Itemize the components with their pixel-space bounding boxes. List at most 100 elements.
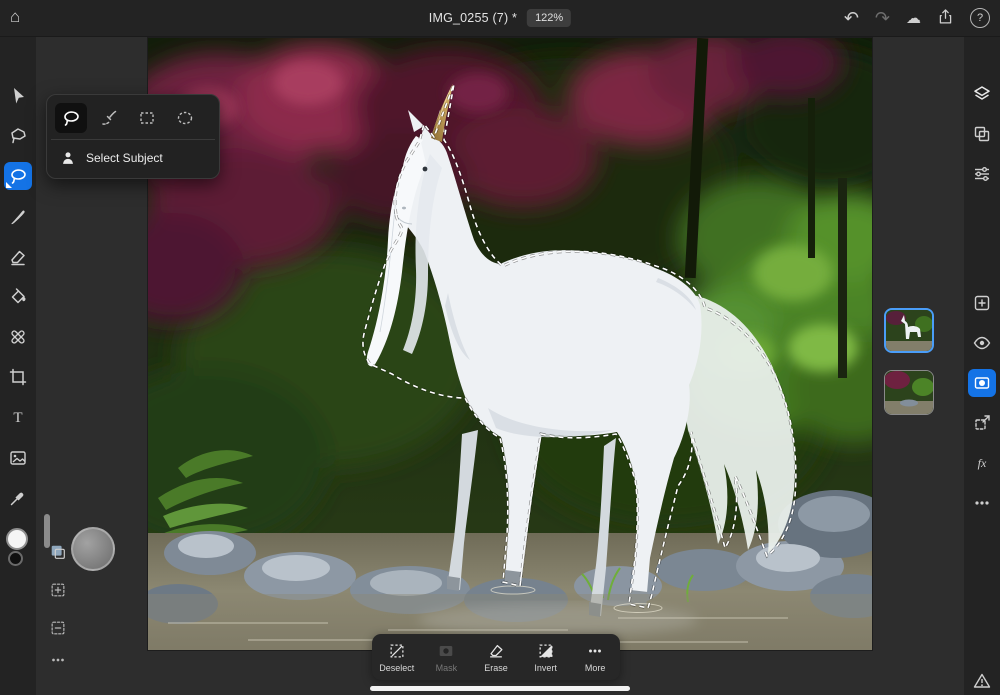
select-lasso-icon <box>8 166 28 186</box>
layer-thumbnail-background[interactable] <box>884 370 934 415</box>
lasso-icon <box>8 126 28 146</box>
move-tool-button[interactable] <box>4 82 32 110</box>
effects-icon: fx <box>972 453 992 473</box>
invert-icon <box>537 642 555 660</box>
adjustments-icon <box>972 164 992 184</box>
left-toolbar: T <box>0 36 36 695</box>
place-image-tool-button[interactable] <box>4 444 32 472</box>
fill-tool-button[interactable] <box>4 283 32 311</box>
selection-action-bar: Deselect Mask Erase Invert More <box>372 634 620 680</box>
layer-visibility-button[interactable] <box>968 329 996 357</box>
paint-bucket-icon <box>8 287 28 307</box>
document-canvas[interactable] <box>148 38 872 650</box>
deselect-label: Deselect <box>379 663 414 673</box>
transform-icon <box>972 413 992 433</box>
mask-label: Mask <box>436 663 458 673</box>
home-button[interactable]: ⌂ <box>10 8 20 25</box>
adjustments-panel-tab[interactable] <box>968 160 996 188</box>
foreground-color-swatch[interactable] <box>6 528 28 550</box>
share-icon <box>937 8 954 25</box>
eyedropper-icon <box>8 488 28 508</box>
svg-text:fx: fx <box>978 456 987 470</box>
mask-button[interactable]: Mask <box>422 634 472 680</box>
rect-marquee-icon <box>137 108 157 128</box>
eyedropper-tool-button[interactable] <box>4 484 32 512</box>
place-image-icon <box>8 448 28 468</box>
selection-mode-subtract-button[interactable] <box>46 616 70 640</box>
top-bar: ⌂ IMG_0255 (7) * 122% ↶ ↷ ☁ ? <box>0 0 1000 37</box>
warning-indicator[interactable] <box>968 667 996 695</box>
more-dots-icon <box>972 493 992 513</box>
popup-rect-marquee-tool[interactable] <box>131 103 163 133</box>
zoom-level-badge[interactable]: 122% <box>527 9 571 27</box>
layer-properties-icon <box>972 124 992 144</box>
redo-icon: ↷ <box>875 8 890 28</box>
svg-text:T: T <box>13 410 22 426</box>
type-tool-button[interactable]: T <box>4 403 32 431</box>
lasso-tool-button[interactable] <box>4 122 32 150</box>
help-button[interactable]: ? <box>970 8 990 28</box>
popup-quick-select-tool[interactable] <box>93 103 125 133</box>
background-layer-preview <box>885 371 933 414</box>
redo-button[interactable]: ↷ <box>875 9 890 27</box>
more-dots-icon <box>586 642 604 660</box>
undo-button[interactable]: ↶ <box>844 9 859 27</box>
home-indicator[interactable] <box>370 686 630 691</box>
brush-icon <box>8 207 28 227</box>
add-layer-icon <box>972 293 992 313</box>
crop-tool-button[interactable] <box>4 363 32 391</box>
layer-properties-panel-tab[interactable] <box>968 120 996 148</box>
erase-label: Erase <box>484 663 508 673</box>
eye-icon <box>972 333 992 353</box>
more-actions-button[interactable]: More <box>570 634 620 680</box>
home-icon: ⌂ <box>10 7 20 26</box>
quick-select-icon <box>99 108 119 128</box>
eraser-tool-button[interactable] <box>4 243 32 271</box>
unicorn-layer-preview <box>886 310 932 351</box>
more-layer-actions-button[interactable] <box>968 489 996 517</box>
erase-button[interactable]: Erase <box>471 634 521 680</box>
layer-thumbnail-unicorn[interactable] <box>884 308 934 353</box>
healing-tool-button[interactable] <box>4 323 32 351</box>
select-subject-label: Select Subject <box>86 151 163 165</box>
deselect-icon <box>388 642 406 660</box>
layers-panel-tab[interactable] <box>968 80 996 108</box>
share-button[interactable] <box>937 8 954 28</box>
select-subject-icon <box>59 149 77 167</box>
ellipse-marquee-icon <box>175 108 195 128</box>
invert-label: Invert <box>534 663 557 673</box>
selection-tool-popup: Select Subject <box>46 94 220 179</box>
transform-button[interactable] <box>968 409 996 437</box>
warning-triangle-icon <box>972 671 992 691</box>
popup-ellipse-marquee-tool[interactable] <box>169 103 201 133</box>
more-dots-icon <box>49 651 67 669</box>
effects-button[interactable]: fx <box>968 449 996 477</box>
mask-icon <box>437 642 455 660</box>
selection-mode-add-button[interactable] <box>46 578 70 602</box>
more-label: More <box>585 663 606 673</box>
brush-size-slider[interactable] <box>44 514 50 548</box>
help-icon: ? <box>977 12 983 24</box>
brush-tool-button[interactable] <box>4 203 32 231</box>
type-icon: T <box>8 407 28 427</box>
background-color-swatch[interactable] <box>8 551 23 566</box>
move-icon <box>8 86 28 106</box>
invert-button[interactable]: Invert <box>521 634 571 680</box>
select-tool-button[interactable] <box>4 162 32 190</box>
layer-mask-button[interactable] <box>968 369 996 397</box>
add-layer-button[interactable] <box>968 289 996 317</box>
add-selection-icon <box>49 581 67 599</box>
cloud-icon: ☁ <box>906 10 921 27</box>
selection-options-more-button[interactable] <box>46 648 70 672</box>
cloud-sync-button[interactable]: ☁ <box>906 11 921 26</box>
popup-lasso-tool[interactable] <box>55 103 87 133</box>
right-toolbar: fx <box>964 36 1000 695</box>
eraser-icon <box>8 247 28 267</box>
select-subject-button[interactable]: Select Subject <box>47 140 175 178</box>
crop-icon <box>8 367 28 387</box>
lasso-icon <box>61 108 81 128</box>
deselect-button[interactable]: Deselect <box>372 634 422 680</box>
subtract-selection-icon <box>49 619 67 637</box>
touch-shortcut-control[interactable] <box>71 527 115 571</box>
canvas-image <box>148 38 872 650</box>
